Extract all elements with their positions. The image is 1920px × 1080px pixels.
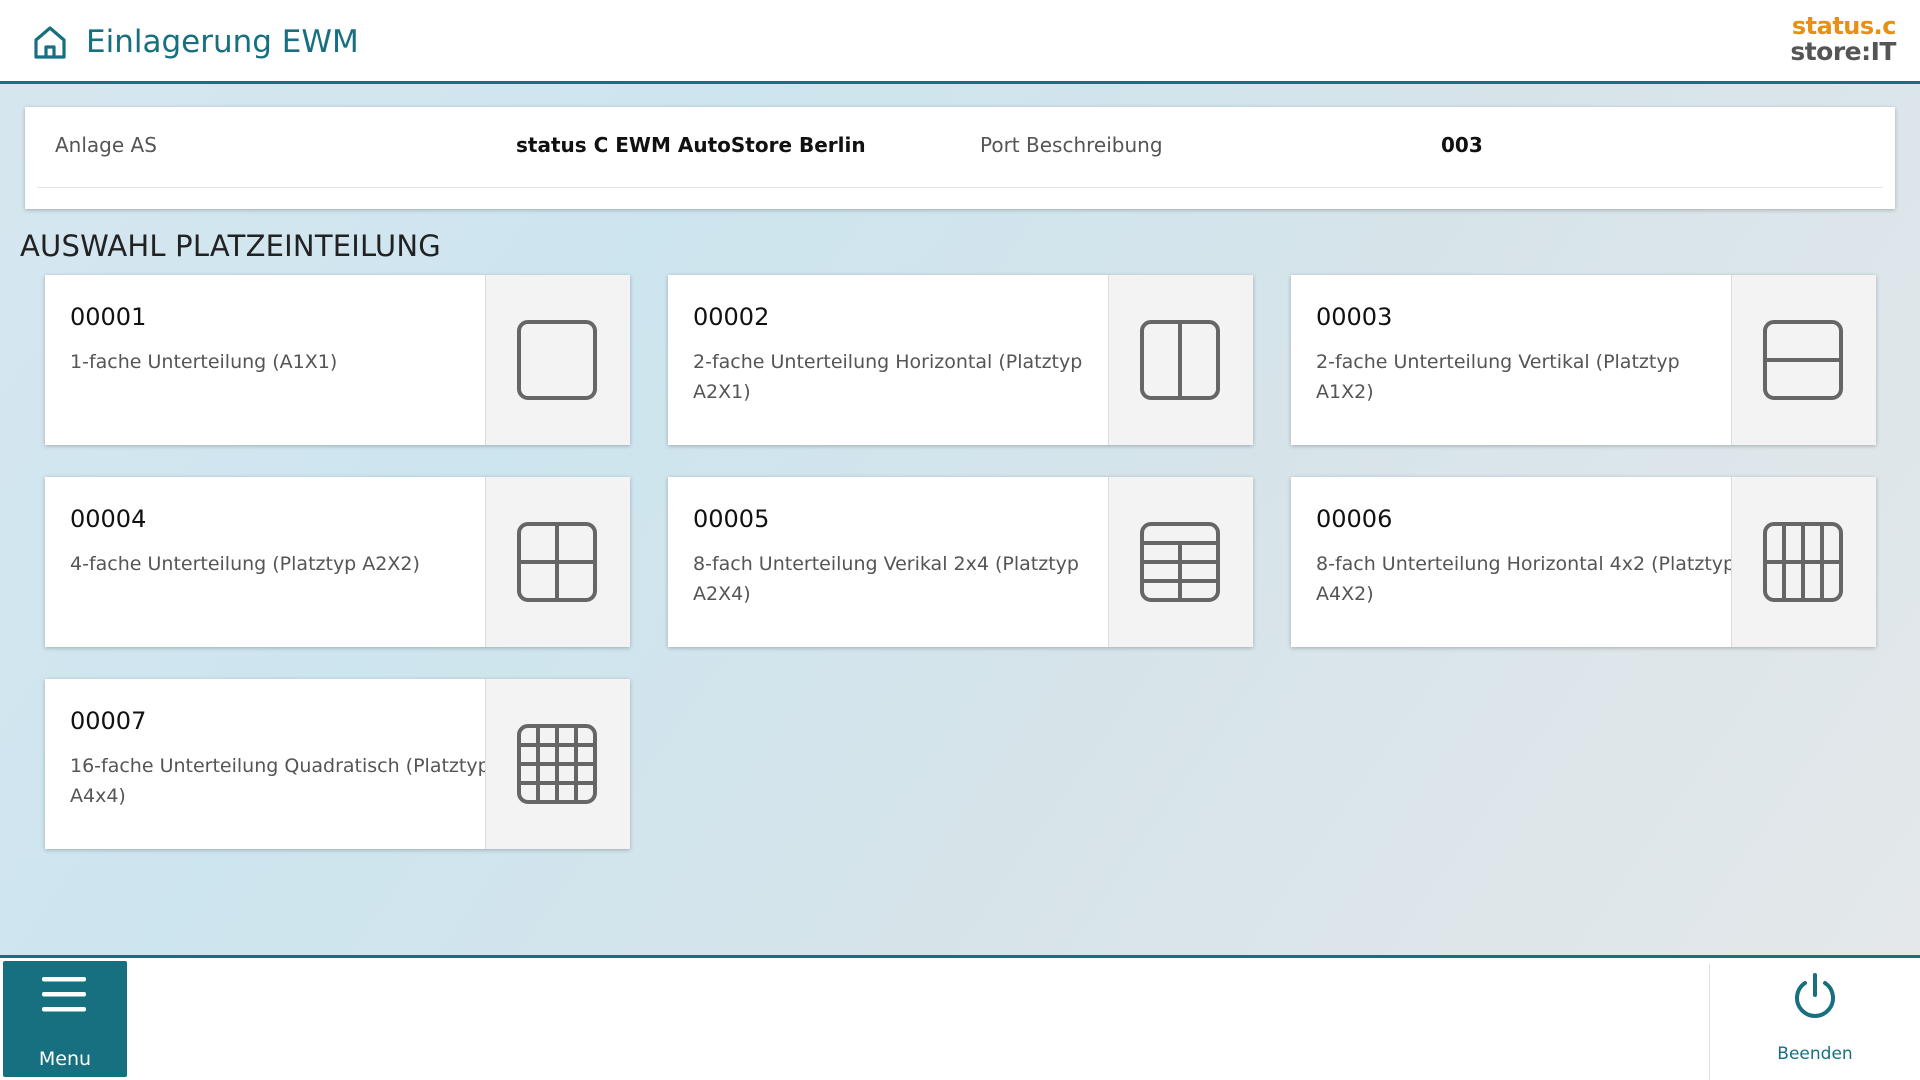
tile-00007[interactable]: 00007 16-fache Unterteilung Quadratisch … bbox=[45, 679, 630, 849]
tile-description: 2-fache Unterteilung Horizontal (Platzty… bbox=[693, 351, 1083, 403]
port-label: Port Beschreibung bbox=[980, 133, 1163, 157]
tile-icon-box bbox=[485, 679, 630, 849]
grid-2x4-icon bbox=[1140, 522, 1220, 602]
status-c-logo: status.c store:IT bbox=[1790, 12, 1897, 66]
tile-icon-box bbox=[1108, 477, 1253, 647]
tile-icon-box bbox=[485, 275, 630, 445]
anlage-value: status C EWM AutoStore Berlin bbox=[516, 133, 866, 157]
tile-00003[interactable]: 00003 2-fache Unterteilung Vertikal (Pla… bbox=[1291, 275, 1876, 445]
tile-code: 00006 bbox=[1316, 505, 1393, 533]
menu-label: Menu bbox=[38, 1048, 92, 1070]
tile-code: 00005 bbox=[693, 505, 770, 533]
logo-bottom-text: store:IT bbox=[1790, 37, 1896, 66]
grid-2x1-icon bbox=[1140, 320, 1220, 400]
tile-icon-box bbox=[1731, 275, 1876, 445]
info-divider bbox=[37, 187, 1883, 188]
anlage-label: Anlage AS bbox=[55, 133, 157, 157]
info-card: Anlage AS status C EWM AutoStore Berlin … bbox=[25, 107, 1895, 209]
grid-4x4-icon bbox=[517, 724, 597, 804]
grid-4x2-icon bbox=[1763, 522, 1843, 602]
tile-code: 00003 bbox=[1316, 303, 1393, 331]
logo-top-text: status.c bbox=[1791, 12, 1897, 40]
tile-00002[interactable]: 00002 2-fache Unterteilung Horizontal (P… bbox=[668, 275, 1253, 445]
tile-icon-box bbox=[485, 477, 630, 647]
tile-00006[interactable]: 00006 8-fach Unterteilung Horizontal 4x2… bbox=[1291, 477, 1876, 647]
grid-1x2-icon bbox=[1763, 320, 1843, 400]
exit-label: Beenden bbox=[1777, 1044, 1853, 1064]
tile-description: 16-fache Unterteilung Quadratisch (Platz… bbox=[70, 755, 490, 807]
tile-code: 00002 bbox=[693, 303, 770, 331]
page-title: Einlagerung EWM bbox=[86, 24, 359, 60]
tile-description: 8-fach Unterteilung Horizontal 4x2 (Plat… bbox=[1316, 553, 1736, 605]
tile-description: 1-fache Unterteilung (A1X1) bbox=[70, 351, 338, 373]
tile-00005[interactable]: 00005 8-fach Unterteilung Verikal 2x4 (P… bbox=[668, 477, 1253, 647]
tile-description: 8-fach Unterteilung Verikal 2x4 (Platzty… bbox=[693, 553, 1079, 605]
hamburger-menu-icon bbox=[42, 977, 86, 1012]
tile-code: 00001 bbox=[70, 303, 147, 331]
tile-icon-box bbox=[1108, 275, 1253, 445]
exit-button[interactable]: Beenden bbox=[1709, 964, 1920, 1080]
power-icon bbox=[1795, 973, 1835, 1018]
home-icon bbox=[34, 26, 66, 59]
tile-description: 4-fache Unterteilung (Platztyp A2X2) bbox=[70, 553, 420, 575]
section-title: AUSWAHL PLATZEINTEILUNG bbox=[20, 229, 441, 263]
tile-00001[interactable]: 00001 1-fache Unterteilung (A1X1) bbox=[45, 275, 630, 445]
tile-icon-box bbox=[1731, 477, 1876, 647]
grid-2x2-icon bbox=[517, 522, 597, 602]
main-content: Anlage AS status C EWM AutoStore Berlin … bbox=[0, 84, 1920, 955]
tile-description: 2-fache Unterteilung Vertikal (Platztyp … bbox=[1316, 351, 1680, 403]
grid-1x1-icon bbox=[517, 320, 597, 400]
tile-code: 00007 bbox=[70, 707, 147, 735]
port-value: 003 bbox=[1441, 133, 1483, 157]
tile-code: 00004 bbox=[70, 505, 147, 533]
app-footer: Menu Beenden bbox=[0, 955, 1920, 1080]
app-header: Einlagerung EWM status.c store:IT bbox=[0, 0, 1920, 84]
home-button[interactable] bbox=[30, 22, 70, 62]
menu-button[interactable]: Menu bbox=[3, 961, 127, 1077]
tile-00004[interactable]: 00004 4-fache Unterteilung (Platztyp A2X… bbox=[45, 477, 630, 647]
